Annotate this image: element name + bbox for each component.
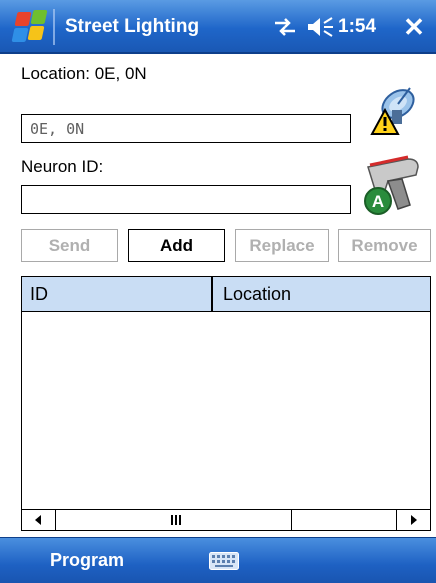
program-softkey[interactable]: Program [50,550,124,571]
volume-icon[interactable] [306,15,334,39]
scroll-thumb[interactable] [57,510,292,530]
grip-icon [171,515,181,525]
column-header-id[interactable]: ID [22,277,213,311]
remove-button[interactable]: Remove [338,229,431,262]
arrow-left-icon [35,515,41,525]
barcode-scanner-icon[interactable]: A [358,153,424,219]
neuron-id-label: Neuron ID: [21,157,104,176]
clock[interactable]: 1:54 [338,16,376,38]
scroll-right-button[interactable] [396,510,430,530]
scroll-left-button[interactable] [22,510,56,530]
list-header: ID Location [22,277,430,312]
send-button[interactable]: Send [21,229,118,262]
neuron-id-field[interactable] [21,185,351,214]
add-button[interactable]: Add [128,229,225,262]
title-bar: Street Lighting 1:54 ✕ [0,0,436,54]
location-label: Location: 0E, 0N [21,64,147,83]
horizontal-scrollbar[interactable] [22,509,430,530]
connectivity-icon[interactable] [272,15,298,39]
arrow-right-icon [411,515,417,525]
title-separator [53,9,55,45]
lights-list[interactable]: ID Location [21,276,431,531]
menu-bar: Program [0,537,436,583]
replace-button[interactable]: Replace [235,229,329,262]
location-field[interactable]: 0E, 0N [21,114,351,143]
keyboard-icon[interactable] [209,552,239,570]
gps-satellite-warning-icon[interactable] [358,80,420,138]
windows-start-icon[interactable] [0,0,54,54]
app-title: Street Lighting [65,16,200,37]
close-icon[interactable]: ✕ [396,10,432,44]
svg-text:A: A [372,192,384,211]
column-header-location[interactable]: Location [215,277,430,311]
